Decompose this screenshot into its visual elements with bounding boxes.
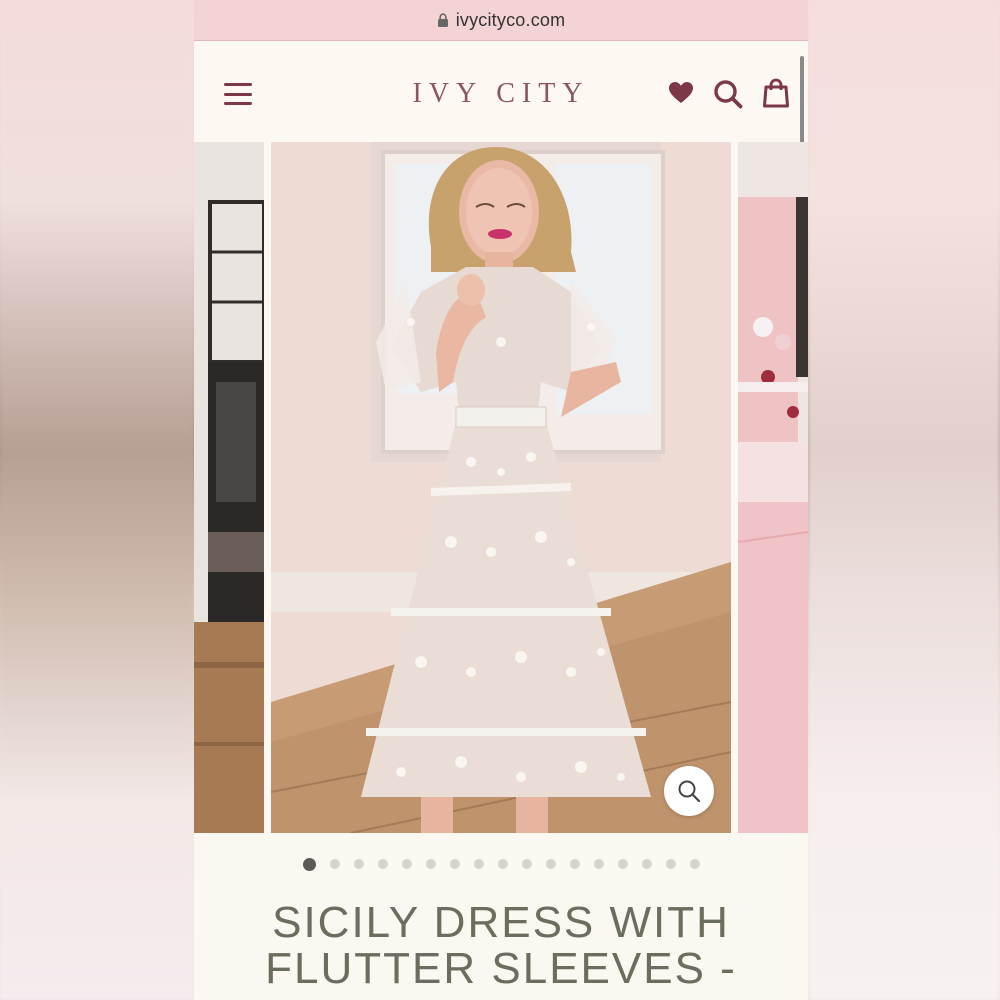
gallery-slide-next[interactable] bbox=[738, 142, 808, 833]
gallery-dot[interactable] bbox=[497, 859, 508, 869]
gallery-dot[interactable] bbox=[329, 859, 340, 869]
url-text: ivycityco.com bbox=[455, 9, 566, 30]
gallery-dot[interactable] bbox=[302, 857, 316, 871]
url-wrap: ivycityco.com bbox=[437, 10, 566, 31]
search-icon[interactable] bbox=[713, 79, 743, 109]
previous-photo-image bbox=[194, 142, 264, 833]
zoom-icon bbox=[678, 780, 701, 803]
gallery-dot[interactable] bbox=[377, 859, 388, 869]
gallery-dot[interactable] bbox=[617, 859, 628, 869]
product-title: SICILY DRESS WITH FLUTTER SLEEVES - bbox=[194, 900, 808, 992]
background-blur-right bbox=[808, 0, 1000, 1000]
model-in-lace-dress-image bbox=[271, 142, 731, 833]
gallery-dot[interactable] bbox=[425, 859, 436, 869]
gallery-pagination bbox=[194, 855, 808, 873]
product-image-gallery[interactable] bbox=[194, 142, 808, 833]
gallery-dot[interactable] bbox=[353, 859, 364, 869]
product-title-line-1: SICILY DRESS WITH bbox=[272, 898, 730, 947]
product-title-line-2: FLUTTER SLEEVES - bbox=[265, 944, 737, 993]
gallery-dot[interactable] bbox=[521, 859, 532, 869]
gallery-dot[interactable] bbox=[689, 859, 700, 869]
heart-icon[interactable] bbox=[668, 81, 694, 105]
background-blur-left bbox=[0, 0, 194, 1000]
gallery-slide-previous[interactable] bbox=[194, 142, 264, 833]
site-header: IVY CITY bbox=[194, 48, 808, 142]
gallery-dot[interactable] bbox=[593, 859, 604, 869]
gallery-dot[interactable] bbox=[665, 859, 676, 869]
gallery-dot[interactable] bbox=[569, 859, 580, 869]
gallery-dot[interactable] bbox=[641, 859, 652, 869]
browser-address-bar[interactable]: ivycityco.com bbox=[194, 0, 808, 41]
gallery-dot[interactable] bbox=[473, 859, 484, 869]
next-photo-image bbox=[738, 142, 808, 833]
gallery-dot[interactable] bbox=[545, 859, 556, 869]
gallery-dot[interactable] bbox=[401, 859, 412, 869]
zoom-button[interactable] bbox=[664, 766, 714, 816]
gallery-slide-active[interactable] bbox=[271, 142, 731, 833]
mobile-screen: ivycityco.com IVY CITY SICILY DRESS WITH… bbox=[194, 0, 808, 1000]
lock-icon bbox=[437, 13, 448, 27]
gallery-dot[interactable] bbox=[449, 859, 460, 869]
shopping-bag-icon[interactable] bbox=[763, 78, 789, 108]
